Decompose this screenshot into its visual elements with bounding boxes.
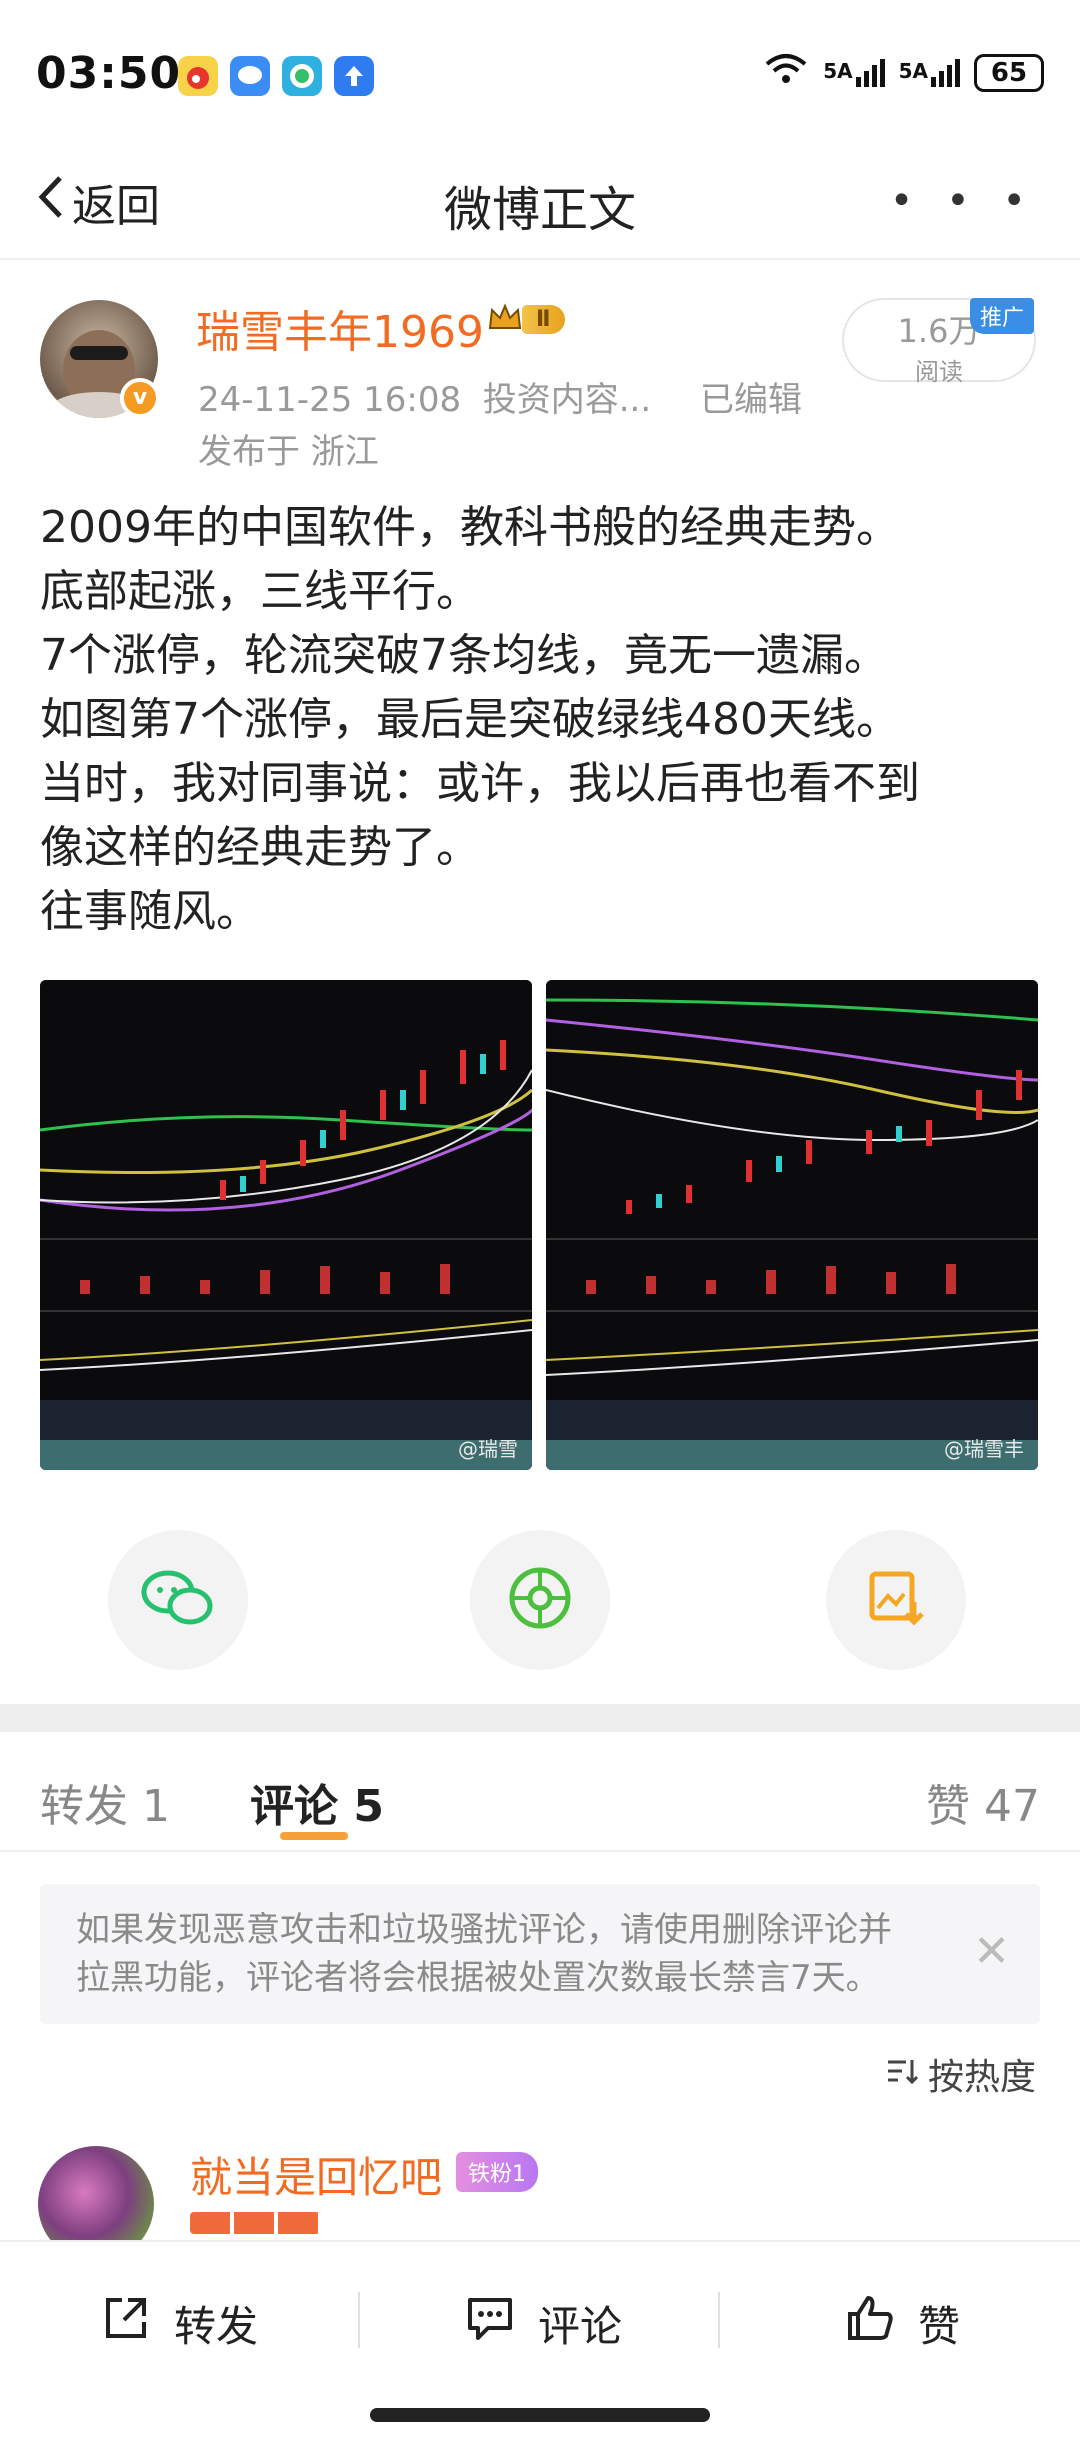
sort-by-hot-button[interactable]: 按热度 [884,2048,1036,2100]
wechat-icon [140,1566,216,1634]
image-watermark: @瑞雪丰 [944,1437,1024,1461]
wifi-icon [763,52,809,93]
notice-line-2: 拉黑功能，评论者将会根据被处置次数最长禁言7天。 [76,1958,880,1998]
tab-reposts[interactable]: 转发 1 [40,1770,170,1834]
share-wechat-button[interactable] [108,1530,248,1670]
member-level-badge[interactable]: Ⅱ [488,302,565,336]
comment-icon [464,2292,516,2354]
post-line: 往事随风。 [40,886,260,937]
bottom-action-bar: 转发 评论 赞 [0,2240,1080,2390]
repost-button[interactable]: 转发 [100,2292,258,2354]
post-image-stock-chart-2[interactable]: @瑞雪丰 [546,980,1038,1470]
moments-icon [507,1565,573,1635]
tab-comments[interactable]: 评论 5 [250,1770,384,1834]
weibo-app-icon [178,56,218,96]
home-indicator [370,2408,710,2422]
comment-notice-banner: 如果发现恶意攻击和垃圾骚扰评论，请使用删除评论并 拉黑功能，评论者将会根据被处置… [40,1884,1040,2024]
save-image-icon [866,1568,926,1632]
fan-badge[interactable]: 铁粉1 [456,2152,538,2192]
post-line: 当时，我对同事说：或许，我以后再也看不到 [40,758,920,809]
post-timestamp: 24-11-25 16:08 [198,380,462,420]
status-bar: 03:50 5A 5A 65 [0,0,1080,140]
tab-likes[interactable]: 赞 47 [926,1770,1040,1834]
status-time: 03:50 [36,48,182,99]
crown-icon [488,302,522,336]
post-source: 投资内容... [482,380,652,420]
author-name[interactable]: 瑞雪丰年1969 [196,296,484,360]
network-type-2: 5A [898,58,928,83]
post-body: 2009年的中国软件，教科书般的经典走势。 底部起涨，三线平行。 7个涨停，轮流… [40,496,1040,944]
level-label: Ⅱ [522,304,565,334]
divider [358,2292,360,2348]
thumbs-up-icon [844,2292,896,2354]
close-icon[interactable]: ✕ [973,1928,1010,1976]
share-out-icon [100,2292,152,2354]
active-tab-indicator [280,1832,348,1840]
save-image-button[interactable] [826,1530,966,1670]
post-line: 底部起涨，三线平行。 [40,566,480,617]
signal-icon-1: 5A [823,58,885,87]
status-indicators: 5A 5A 65 [763,52,1044,93]
sort-label: 按热度 [927,2057,1036,2098]
chat-app-icon [230,56,270,96]
like-button[interactable]: 赞 [844,2292,960,2354]
comment-label: 评论 [538,2301,623,2351]
top-nav: 返回 微博正文 • • • [0,140,1080,260]
battery-indicator: 65 [974,53,1044,92]
share-moments-button[interactable] [470,1530,610,1670]
like-label: 赞 [918,2301,961,2351]
post-location: 发布于 浙江 [198,432,379,472]
post-meta: 24-11-25 16:08 投资内容... [198,372,651,421]
post-line: 像这样的经典走势了。 [40,822,480,873]
section-separator [0,1704,1080,1732]
post-image-stock-chart-1[interactable]: @瑞雪 [40,980,532,1470]
repost-label: 转发 [174,2301,259,2351]
commenter-badges [190,2212,320,2234]
interaction-tabs: 转发 1 评论 5 赞 47 [0,1732,1080,1852]
browser-app-icon [282,56,322,96]
post-line: 7个涨停，轮流突破7条均线，竟无一遗漏。 [40,630,888,681]
network-type-1: 5A [823,58,853,83]
upload-app-icon [334,56,374,96]
signal-icon-2: 5A [898,58,960,87]
image-watermark: @瑞雪 [458,1437,518,1461]
sort-icon [884,2054,919,2095]
battery-level: 65 [990,57,1028,88]
comment-button[interactable]: 评论 [464,2292,622,2354]
divider [718,2292,720,2348]
promote-badge[interactable]: 推广 [970,298,1035,334]
edited-label[interactable]: 已编辑 [700,372,802,421]
read-label: 阅读 [915,358,963,386]
notice-line-1: 如果发现恶意攻击和垃圾骚扰评论，请使用删除评论并 [76,1910,892,1950]
post-line: 2009年的中国软件，教科书般的经典走势。 [40,502,900,553]
post-line: 如图第7个涨停，最后是突破绿线480天线。 [40,694,900,745]
commenter-name[interactable]: 就当是回忆吧 [190,2144,442,2205]
more-options-button[interactable]: • • • [890,178,1036,224]
verified-badge-icon: v [120,378,160,418]
